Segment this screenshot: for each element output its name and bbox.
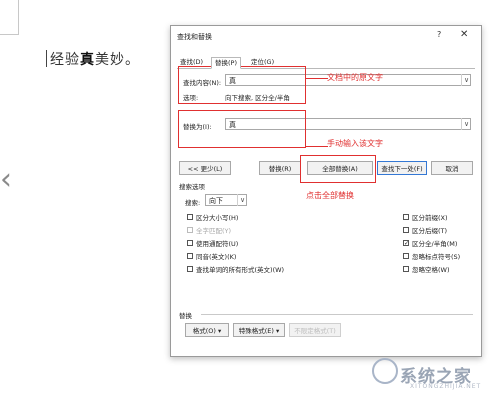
checkbox-sounds-like[interactable]	[187, 253, 193, 259]
annotation-click-replace-all: 点击全部替换	[306, 191, 354, 200]
annotation-line-find	[306, 78, 328, 79]
annotation-manual-input: 手动输入该文字	[327, 139, 383, 148]
checkbox-all-word-forms-label: 查找单词的所有形式(英文)(W)	[196, 266, 285, 274]
replace-dropdown-chevron-down-icon[interactable]: ∨	[461, 118, 471, 130]
checkbox-ignore-punctuation[interactable]	[403, 253, 409, 259]
watermark-subtext: XITONGZHIJIA.NET	[410, 383, 482, 390]
replace-section-heading: 替换	[179, 312, 192, 320]
checkbox-row-match-suffix[interactable]: 区分后缀(T)	[403, 225, 447, 235]
checkbox-match-suffix[interactable]	[403, 227, 409, 233]
replace-section-divider	[201, 314, 473, 315]
less-button[interactable]: << 更少(L)	[179, 161, 231, 175]
checkbox-row-full-half-width[interactable]: ✓ 区分全/半角(M)	[403, 238, 457, 248]
help-icon[interactable]: ?	[437, 30, 441, 39]
doc-text-before: 经验	[50, 52, 80, 68]
checkbox-match-prefix-label: 区分前缀(X)	[412, 214, 448, 222]
search-direction-label: 搜索:	[185, 199, 201, 207]
checkbox-row-wildcards[interactable]: 使用通配符(U)	[187, 238, 238, 248]
checkbox-ignore-spaces-label: 忽略空格(W)	[412, 266, 450, 274]
annotation-box-replace-all	[300, 155, 376, 183]
checkbox-row-ignore-punctuation[interactable]: 忽略标点符号(S)	[403, 251, 460, 261]
checkbox-row-ignore-spaces[interactable]: 忽略空格(W)	[403, 264, 450, 274]
tab-replace[interactable]: 替换(P)	[211, 57, 241, 69]
special-format-button[interactable]: 特殊格式(E) ▾	[233, 323, 285, 337]
checkbox-match-case[interactable]	[187, 214, 193, 220]
checkbox-ignore-spaces[interactable]	[403, 266, 409, 272]
checkbox-all-word-forms[interactable]	[187, 266, 193, 272]
checkbox-full-half-width-label: 区分全/半角(M)	[412, 240, 458, 248]
annotation-box-replace	[178, 110, 306, 148]
checkbox-wildcards[interactable]	[187, 240, 193, 246]
search-direction-value: 向下	[209, 197, 223, 205]
annotation-box-find	[178, 66, 306, 104]
doc-text-bold: 真	[80, 52, 95, 68]
checkbox-ignore-punctuation-label: 忽略标点符号(S)	[412, 253, 461, 261]
checkbox-full-half-width-check-icon[interactable]: ✓	[403, 240, 409, 247]
annotation-original-text: 文档中的原文字	[327, 73, 383, 82]
find-next-button[interactable]: 查找下一处(F)	[377, 161, 427, 175]
find-dropdown-chevron-down-icon[interactable]: ∨	[461, 74, 471, 86]
annotation-line-replace	[306, 146, 328, 147]
checkbox-wildcards-label: 使用通配符(U)	[196, 240, 239, 248]
checkbox-sounds-like-label: 同音(英文)(K)	[196, 253, 237, 261]
document-text: 经验真美妙。	[50, 49, 140, 69]
search-direction-chevron-down-icon[interactable]: ∨	[237, 194, 247, 206]
watermark-logo	[372, 358, 398, 384]
text-cursor	[46, 50, 47, 67]
replace-button[interactable]: 替换(R)	[259, 161, 301, 175]
checkbox-match-prefix[interactable]	[403, 214, 409, 220]
cancel-button[interactable]: 取消	[431, 161, 473, 175]
checkbox-row-match-case[interactable]: 区分大小写(H)	[187, 212, 238, 222]
no-formatting-button: 不限定格式(T)	[289, 323, 341, 337]
close-icon[interactable]: ✕	[460, 29, 468, 40]
checkbox-row-all-word-forms[interactable]: 查找单词的所有形式(英文)(W)	[187, 264, 284, 274]
checkbox-row-whole-word: 全字匹配(Y)	[187, 225, 231, 235]
document-page-corner	[0, 0, 19, 35]
chevron-left-icon[interactable]: ‹	[0, 165, 12, 195]
checkbox-match-case-label: 区分大小写(H)	[196, 214, 239, 222]
checkbox-row-match-prefix[interactable]: 区分前缀(X)	[403, 212, 448, 222]
checkbox-match-suffix-label: 区分后缀(T)	[412, 227, 448, 235]
doc-text-after: 美妙。	[95, 52, 140, 68]
checkbox-whole-word	[187, 227, 193, 233]
search-options-heading: 搜索选项	[179, 183, 205, 191]
checkbox-row-sounds-like[interactable]: 同音(英文)(K)	[187, 251, 236, 261]
checkbox-whole-word-label: 全字匹配(Y)	[196, 227, 232, 235]
dialog-title: 查找和替换	[177, 33, 212, 41]
format-button[interactable]: 格式(O) ▾	[185, 323, 229, 337]
